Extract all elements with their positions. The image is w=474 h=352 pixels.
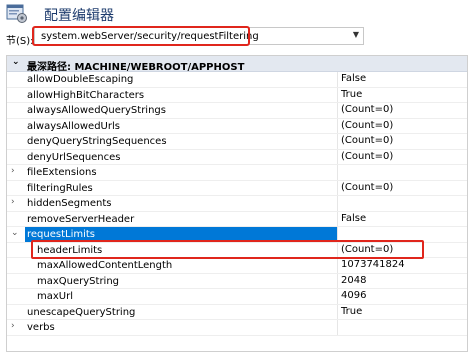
grid-row[interactable]: maxUrl 4096 bbox=[7, 289, 467, 305]
section-highlight-box bbox=[32, 26, 250, 46]
property-value[interactable]: False bbox=[337, 211, 467, 226]
max-content-length-highlight-box bbox=[31, 240, 424, 259]
property-value[interactable]: True bbox=[337, 87, 467, 102]
collapse-icon[interactable]: ⌄ bbox=[12, 57, 20, 67]
property-value[interactable]: (Count=0) bbox=[337, 103, 467, 118]
grid-row[interactable]: › hiddenSegments bbox=[7, 196, 467, 212]
property-name: maxAllowedContentLength bbox=[37, 260, 173, 271]
expand-icon[interactable]: › bbox=[11, 321, 21, 331]
property-name: unescapeQueryString bbox=[27, 306, 136, 318]
property-value[interactable]: 4096 bbox=[337, 289, 467, 304]
property-name: filteringRules bbox=[27, 182, 93, 194]
grid-row[interactable]: › verbs bbox=[7, 320, 467, 336]
grid-row[interactable]: maxQueryString 2048 bbox=[7, 273, 467, 289]
property-value[interactable] bbox=[337, 165, 467, 180]
property-name: allowHighBitCharacters bbox=[27, 89, 145, 101]
grid-row[interactable]: alwaysAllowedUrls (Count=0) bbox=[7, 118, 467, 134]
section-label: 节(S): bbox=[6, 36, 34, 47]
grid-row[interactable]: filteringRules (Count=0) bbox=[7, 180, 467, 196]
property-value[interactable]: True bbox=[337, 304, 467, 319]
chevron-down-icon[interactable]: ▼ bbox=[353, 30, 359, 39]
grid-header[interactable]: ⌄ 最深路径: MACHINE/WEBROOT/APPHOST bbox=[7, 56, 467, 73]
property-name: hiddenSegments bbox=[27, 198, 112, 209]
grid-row[interactable]: alwaysAllowedQueryStrings (Count=0) bbox=[7, 103, 467, 119]
grid-row[interactable]: denyQueryStringSequences (Count=0) bbox=[7, 134, 467, 150]
grid-row[interactable]: removeServerHeader False bbox=[7, 211, 467, 227]
property-value[interactable]: (Count=0) bbox=[337, 180, 467, 195]
property-value[interactable] bbox=[337, 196, 467, 211]
grid-row[interactable]: allowDoubleEscaping False bbox=[7, 72, 467, 88]
property-value[interactable] bbox=[337, 320, 467, 335]
expanded-icon[interactable]: ⌄ bbox=[11, 228, 21, 238]
property-grid: ⌄ 最深路径: MACHINE/WEBROOT/APPHOST allowDou… bbox=[6, 55, 468, 352]
property-name: requestLimits bbox=[27, 229, 96, 240]
property-value[interactable]: (Count=0) bbox=[337, 134, 467, 149]
config-editor-icon bbox=[6, 4, 28, 24]
property-value[interactable]: (Count=0) bbox=[337, 118, 467, 133]
property-name: denyUrlSequences bbox=[27, 151, 121, 163]
property-value[interactable]: 1073741824 bbox=[337, 258, 467, 273]
property-name: alwaysAllowedUrls bbox=[27, 120, 120, 132]
property-value[interactable]: (Count=0) bbox=[337, 149, 467, 164]
grid-row[interactable]: › fileExtensions bbox=[7, 165, 467, 181]
property-name: maxUrl bbox=[37, 291, 73, 302]
property-name: maxQueryString bbox=[37, 275, 120, 287]
property-name: verbs bbox=[27, 322, 55, 333]
grid-header-text: 最深路径: MACHINE/WEBROOT/APPHOST bbox=[27, 62, 245, 73]
property-name: alwaysAllowedQueryStrings bbox=[27, 105, 166, 116]
property-value[interactable]: False bbox=[337, 72, 467, 87]
property-name: fileExtensions bbox=[27, 167, 97, 178]
property-name: removeServerHeader bbox=[27, 213, 135, 225]
grid-row[interactable]: unescapeQueryString True bbox=[7, 304, 467, 320]
page-title: 配置编辑器 bbox=[44, 8, 114, 24]
grid-row[interactable]: maxAllowedContentLength 1073741824 bbox=[7, 258, 467, 274]
property-name: allowDoubleEscaping bbox=[27, 74, 134, 85]
expand-icon[interactable]: › bbox=[11, 197, 21, 207]
grid-rows: allowDoubleEscaping False allowHighBitChar… bbox=[7, 72, 467, 336]
property-name: denyQueryStringSequences bbox=[27, 136, 167, 147]
grid-row[interactable]: denyUrlSequences (Count=0) bbox=[7, 149, 467, 165]
grid-row[interactable]: allowHighBitCharacters True bbox=[7, 87, 467, 103]
expand-icon[interactable]: › bbox=[11, 166, 21, 176]
property-value[interactable]: 2048 bbox=[337, 273, 467, 288]
